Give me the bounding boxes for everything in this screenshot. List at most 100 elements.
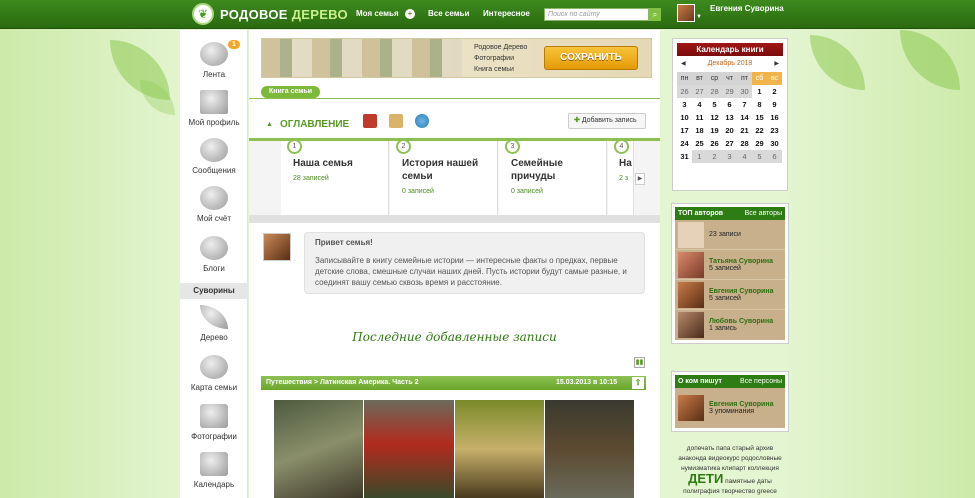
calendar-day[interactable]: 1 bbox=[692, 150, 707, 163]
tag-line[interactable]: полиграфия творчество greece bbox=[672, 487, 788, 497]
calendar-day[interactable]: 24 bbox=[677, 137, 692, 150]
site-logo[interactable]: ❦ РОДОВОЕ ДЕРЕВО bbox=[192, 3, 348, 25]
user-avatar[interactable] bbox=[677, 4, 695, 22]
sidebar-item-calendar[interactable]: Календарь bbox=[180, 452, 248, 489]
nav-interesting[interactable]: Интересное bbox=[483, 9, 530, 18]
tab-family-book[interactable]: Книга семьи bbox=[261, 86, 321, 98]
calendar-day[interactable]: 5 bbox=[707, 98, 722, 111]
sidebar-item-account[interactable]: Мой счёт bbox=[180, 186, 248, 223]
calendar-day[interactable]: 26 bbox=[677, 85, 692, 98]
chapter-card[interactable]: 2 История нашей семьи 0 записей bbox=[390, 139, 498, 216]
entry-breadcrumb[interactable]: Путешествия > Латинская Америка. Часть 2 bbox=[266, 379, 418, 386]
all-persons-link[interactable]: Все персоны bbox=[740, 375, 782, 388]
calendar-day[interactable]: 9 bbox=[767, 98, 782, 111]
author-row[interactable]: 23 записи bbox=[675, 220, 785, 250]
calendar-day[interactable]: 8 bbox=[752, 98, 767, 111]
calendar-day[interactable]: 22 bbox=[752, 124, 767, 137]
calendar-day[interactable]: 13 bbox=[722, 111, 737, 124]
all-authors-link[interactable]: Все авторы bbox=[745, 207, 782, 220]
sidebar-item-profile[interactable]: Мой профиль bbox=[180, 90, 248, 127]
calendar-day[interactable]: 3 bbox=[722, 150, 737, 163]
mention-row[interactable]: Евгения Суворина 3 упоминания bbox=[675, 388, 785, 428]
author-row[interactable]: Евгения Суворина 5 записей bbox=[675, 280, 785, 310]
entry-header[interactable]: Путешествия > Латинская Америка. Часть 2… bbox=[261, 376, 646, 390]
calendar-day[interactable]: 16 bbox=[767, 111, 782, 124]
calendar-day[interactable]: 21 bbox=[737, 124, 752, 137]
jungle-photo[interactable] bbox=[454, 400, 544, 498]
collapse-arrow-icon[interactable]: ▲ bbox=[266, 121, 273, 128]
search-input[interactable]: Поиск по сайту bbox=[544, 8, 649, 21]
author-row[interactable]: Татьяна Суворина 5 записей bbox=[675, 250, 785, 280]
chapter-card[interactable]: 1 Наша семья 28 записей bbox=[281, 139, 389, 216]
calendar-day[interactable]: 6 bbox=[767, 150, 782, 163]
calendar-day[interactable]: 26 bbox=[707, 137, 722, 150]
calendar-day[interactable]: 14 bbox=[737, 111, 752, 124]
calendar-day[interactable]: 17 bbox=[677, 124, 692, 137]
calendar-day[interactable]: 25 bbox=[692, 137, 707, 150]
sidebar-item-blogs[interactable]: Блоги bbox=[180, 236, 248, 273]
calendar-day[interactable]: 30 bbox=[767, 137, 782, 150]
sidebar-item-family-map[interactable]: Карта семьи bbox=[180, 355, 248, 392]
calendar-day[interactable]: 5 bbox=[752, 150, 767, 163]
view-toggle-icon[interactable]: ▮▮ bbox=[634, 357, 645, 368]
add-circle-icon[interactable]: + bbox=[405, 9, 415, 19]
calendar-day[interactable]: 2 bbox=[707, 150, 722, 163]
globe-icon[interactable] bbox=[415, 114, 429, 128]
calendar-day[interactable]: 29 bbox=[752, 137, 767, 150]
calendar-day[interactable]: 29 bbox=[722, 85, 737, 98]
sidebar-item-messages[interactable]: Сообщения bbox=[180, 138, 248, 175]
upload-icon[interactable]: ⇧ bbox=[632, 377, 644, 389]
chapter-card[interactable]: 3 Семейные причуды 0 записей bbox=[499, 139, 607, 216]
calendar-day[interactable]: 3 bbox=[677, 98, 692, 111]
chapter-card[interactable]: 4 На 2 з bbox=[608, 141, 634, 216]
blog-icon bbox=[200, 236, 228, 260]
calendar-day[interactable]: 27 bbox=[692, 85, 707, 98]
calendar-day[interactable]: 4 bbox=[737, 150, 752, 163]
promo-banner[interactable]: Родовое Дерево Фотографии Книга семьи СО… bbox=[261, 38, 652, 78]
book-icon[interactable] bbox=[363, 114, 377, 128]
avatar[interactable] bbox=[263, 233, 291, 261]
calendar-day[interactable]: 20 bbox=[722, 124, 737, 137]
calendar-day[interactable]: 7 bbox=[737, 98, 752, 111]
tag-line[interactable]: допечать папа старый архив bbox=[672, 444, 788, 454]
chevron-right-icon[interactable]: ▶ bbox=[774, 56, 779, 72]
add-entry-button[interactable]: ✚ Добавить запись bbox=[568, 113, 646, 129]
mentions-panel: О ком пишут Все персоны Евгения Суворина… bbox=[671, 371, 789, 432]
calendar-day[interactable]: 11 bbox=[692, 111, 707, 124]
calendar-day[interactable]: 23 bbox=[767, 124, 782, 137]
avatar bbox=[678, 221, 704, 248]
calendar-day[interactable]: 18 bbox=[692, 124, 707, 137]
calendar-day[interactable]: 10 bbox=[677, 111, 692, 124]
sidebar-item-feed[interactable]: 1 Лента bbox=[180, 40, 248, 79]
calendar-day[interactable]: 4 bbox=[692, 98, 707, 111]
calendar-day[interactable]: 30 bbox=[737, 85, 752, 98]
chevron-left-icon[interactable]: ◀ bbox=[681, 56, 686, 72]
calendar-day[interactable]: 19 bbox=[707, 124, 722, 137]
sidebar-item-tree[interactable]: Дерево bbox=[180, 305, 248, 342]
search-icon[interactable]: ⌕ bbox=[649, 8, 661, 21]
nav-my-family[interactable]: Моя семья bbox=[356, 9, 399, 18]
calendar-day[interactable]: 28 bbox=[707, 85, 722, 98]
nav-all-families[interactable]: Все семьи bbox=[428, 9, 469, 18]
calendar-day[interactable]: 27 bbox=[722, 137, 737, 150]
calendar-day[interactable]: 31 bbox=[677, 150, 692, 163]
calendar-day[interactable]: 2 bbox=[767, 85, 782, 98]
chevron-right-icon[interactable]: ▶ bbox=[635, 173, 645, 185]
calendar-day[interactable]: 1 bbox=[752, 85, 767, 98]
calendar-day[interactable]: 15 bbox=[752, 111, 767, 124]
chevron-down-icon[interactable]: ▼ bbox=[696, 14, 702, 20]
tag-line[interactable]: анаконда видеокурс родословные bbox=[672, 454, 788, 464]
user-name[interactable]: Евгения Суворина bbox=[710, 4, 784, 13]
parrot-photo[interactable] bbox=[364, 400, 454, 498]
avatar bbox=[678, 395, 704, 421]
save-button[interactable]: СОХРАНИТЬ bbox=[544, 46, 638, 70]
tag-line[interactable]: ДЕТИ памятные даты bbox=[672, 472, 788, 487]
calendar-day[interactable]: 6 bbox=[722, 98, 737, 111]
sidebar-item-photos[interactable]: Фотографии bbox=[180, 404, 248, 441]
crocodile-photo[interactable] bbox=[544, 400, 634, 498]
calendar-day[interactable]: 12 bbox=[707, 111, 722, 124]
iguana-photo[interactable] bbox=[274, 400, 364, 498]
author-row[interactable]: Любовь Суворина 1 запись bbox=[675, 310, 785, 340]
edit-icon[interactable] bbox=[389, 114, 403, 128]
calendar-day[interactable]: 28 bbox=[737, 137, 752, 150]
